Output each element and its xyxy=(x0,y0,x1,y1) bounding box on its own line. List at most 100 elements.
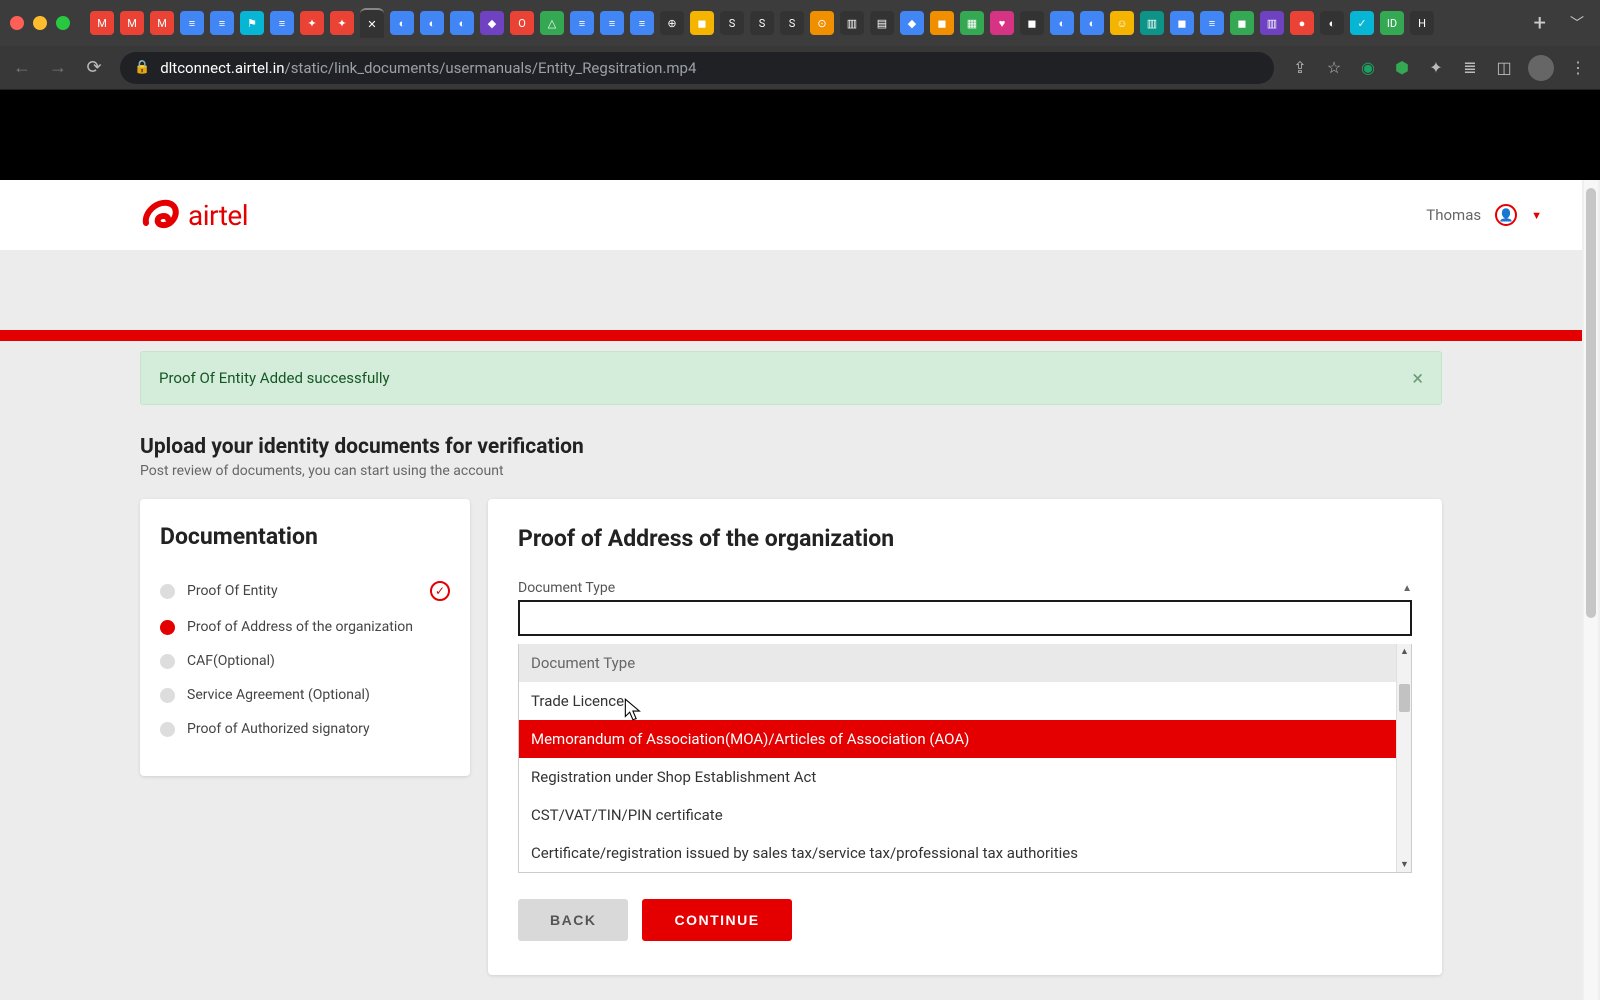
back-icon[interactable]: ← xyxy=(12,57,32,78)
step-label: Proof of Address of the organization xyxy=(187,619,413,635)
alert-close-icon[interactable]: × xyxy=(1412,366,1423,390)
tab-icon[interactable]: ≡ xyxy=(270,11,294,35)
new-tab-button[interactable]: + xyxy=(1524,11,1556,36)
step-proof-of-entity[interactable]: Proof Of Entity ✓ xyxy=(160,572,450,610)
page-scrollbar-thumb[interactable] xyxy=(1586,188,1596,618)
tab-icon[interactable]: S xyxy=(720,11,744,35)
step-authorized-signatory[interactable]: Proof of Authorized signatory xyxy=(160,712,450,746)
tab-icon[interactable]: ▤ xyxy=(870,11,894,35)
tab-icon[interactable]: ☺ xyxy=(1110,11,1134,35)
tab-icon[interactable]: ◐ xyxy=(1080,11,1104,35)
tab-icon[interactable]: ✦ xyxy=(300,11,324,35)
brand-logo[interactable]: airtel xyxy=(140,195,248,235)
extension-icon[interactable]: ⬢ xyxy=(1392,58,1412,77)
tab-icon[interactable]: M xyxy=(120,11,144,35)
tab-icon[interactable]: ◐ xyxy=(450,11,474,35)
reading-list-icon[interactable]: ≣ xyxy=(1460,58,1480,77)
tab-favicons-row: M M M ≡ ≡ ⚑ ≡ ✦ ✦ ✕ ◐ ◐ ◐ ◆ O △ ≡ ≡ ≡ ⊕ … xyxy=(90,8,1516,38)
step-proof-of-address[interactable]: Proof of Address of the organization xyxy=(160,610,450,644)
bookmark-star-icon[interactable]: ☆ xyxy=(1324,58,1344,77)
tab-icon[interactable]: ◐ xyxy=(1050,11,1074,35)
window-fullscreen-icon[interactable] xyxy=(56,16,70,30)
tab-icon[interactable]: △ xyxy=(540,11,564,35)
document-type-label: Document Type ▲ xyxy=(518,580,1412,596)
tab-icon[interactable]: ≡ xyxy=(210,11,234,35)
share-icon[interactable]: ⇪ xyxy=(1290,58,1310,77)
tab-icon[interactable]: ◆ xyxy=(900,11,924,35)
profile-avatar-icon[interactable] xyxy=(1528,55,1554,81)
document-type-search-input[interactable] xyxy=(518,600,1412,636)
reload-icon[interactable]: ⟳ xyxy=(84,57,104,78)
forward-icon[interactable]: → xyxy=(48,57,68,78)
lock-icon: 🔒 xyxy=(134,60,150,75)
tabs-overflow-icon[interactable]: ﹀ xyxy=(1564,13,1590,33)
dropdown-option-placeholder[interactable]: Document Type xyxy=(519,644,1411,682)
tab-icon[interactable]: ◆ xyxy=(480,11,504,35)
dropdown-option[interactable]: Trade Licence xyxy=(519,682,1411,720)
tab-icon[interactable]: ▥ xyxy=(840,11,864,35)
tab-icon[interactable]: ≡ xyxy=(630,11,654,35)
tab-icon[interactable]: ⊙ xyxy=(810,11,834,35)
caret-up-icon[interactable]: ▲ xyxy=(1402,583,1412,594)
tab-icon[interactable]: ≡ xyxy=(180,11,204,35)
tab-icon[interactable]: ⚑ xyxy=(240,11,264,35)
scroll-up-arrow-icon[interactable]: ▲ xyxy=(1397,644,1412,659)
step-service-agreement[interactable]: Service Agreement (Optional) xyxy=(160,678,450,712)
chrome-menu-icon[interactable]: ⋮ xyxy=(1568,58,1588,77)
page: airtel Thomas 👤 ▼ Proof Of Entity Added … xyxy=(0,180,1582,1000)
url-domain: dltconnect.airtel.in xyxy=(160,59,284,77)
tab-icon[interactable]: S xyxy=(750,11,774,35)
tab-icon[interactable]: H xyxy=(1410,11,1434,35)
tab-icon[interactable]: ≡ xyxy=(570,11,594,35)
tab-icon[interactable]: ≡ xyxy=(600,11,624,35)
tab-icon[interactable]: ◼ xyxy=(1230,11,1254,35)
tab-icon[interactable]: ◐ xyxy=(420,11,444,35)
continue-button[interactable]: CONTINUE xyxy=(642,899,791,941)
address-bar[interactable]: 🔒 dltconnect.airtel.in/static/link_docum… xyxy=(120,52,1274,84)
step-dot-active-icon xyxy=(160,620,175,635)
tab-icon[interactable]: M xyxy=(90,11,114,35)
tab-icon[interactable]: ◐ xyxy=(1320,11,1344,35)
extension-grammarly-icon[interactable]: ◉ xyxy=(1358,58,1378,77)
tab-icon[interactable]: ● xyxy=(1290,11,1314,35)
tab-icon[interactable]: ✦ xyxy=(330,11,354,35)
step-caf[interactable]: CAF(Optional) xyxy=(160,644,450,678)
sidepanel-icon[interactable]: ◫ xyxy=(1494,58,1514,77)
tab-icon[interactable]: ▥ xyxy=(1140,11,1164,35)
page-scrollbar[interactable] xyxy=(1584,180,1598,1000)
tab-icon[interactable]: ◐ xyxy=(390,11,414,35)
step-label: Proof Of Entity xyxy=(187,583,278,599)
header-username: Thomas xyxy=(1426,206,1481,224)
tab-icon[interactable]: O xyxy=(510,11,534,35)
tab-icon[interactable]: ▥ xyxy=(1260,11,1284,35)
scrollbar-thumb[interactable] xyxy=(1399,684,1410,712)
dropdown-option[interactable]: Certificate/registration issued by sales… xyxy=(519,834,1411,872)
window-minimize-icon[interactable] xyxy=(33,16,47,30)
content-area: Proof Of Entity Added successfully × Upl… xyxy=(0,341,1582,1000)
dropdown-option[interactable]: CST/VAT/TIN/PIN certificate xyxy=(519,796,1411,834)
header-user-menu[interactable]: Thomas 👤 ▼ xyxy=(1426,204,1542,226)
tab-icon[interactable]: ◼ xyxy=(1020,11,1044,35)
tab-icon[interactable]: ≡ xyxy=(1200,11,1224,35)
tab-icon[interactable]: ◼ xyxy=(1170,11,1194,35)
tab-icon[interactable]: ◼ xyxy=(930,11,954,35)
dropdown-scrollbar[interactable]: ▲ ▼ xyxy=(1396,644,1411,872)
tab-icon-active[interactable]: ✕ xyxy=(360,8,384,38)
tab-icon[interactable]: ▦ xyxy=(960,11,984,35)
tab-icon[interactable]: ⊕ xyxy=(660,11,684,35)
tab-icon[interactable]: ◼ xyxy=(690,11,714,35)
page-viewport: airtel Thomas 👤 ▼ Proof Of Entity Added … xyxy=(0,180,1600,1000)
alert-message: Proof Of Entity Added successfully xyxy=(159,369,390,387)
tab-icon[interactable]: ✓ xyxy=(1350,11,1374,35)
tab-icon[interactable]: ID xyxy=(1380,11,1404,35)
tab-icon[interactable]: ♥ xyxy=(990,11,1014,35)
dropdown-option-highlighted[interactable]: Memorandum of Association(MOA)/Articles … xyxy=(519,720,1411,758)
extensions-puzzle-icon[interactable]: ✦ xyxy=(1426,58,1446,77)
tab-icon[interactable]: S xyxy=(780,11,804,35)
back-button[interactable]: BACK xyxy=(518,899,628,941)
scroll-down-arrow-icon[interactable]: ▼ xyxy=(1397,857,1412,872)
dropdown-option[interactable]: Registration under Shop Establishment Ac… xyxy=(519,758,1411,796)
step-dot-icon xyxy=(160,654,175,669)
window-close-icon[interactable] xyxy=(10,16,24,30)
tab-icon[interactable]: M xyxy=(150,11,174,35)
